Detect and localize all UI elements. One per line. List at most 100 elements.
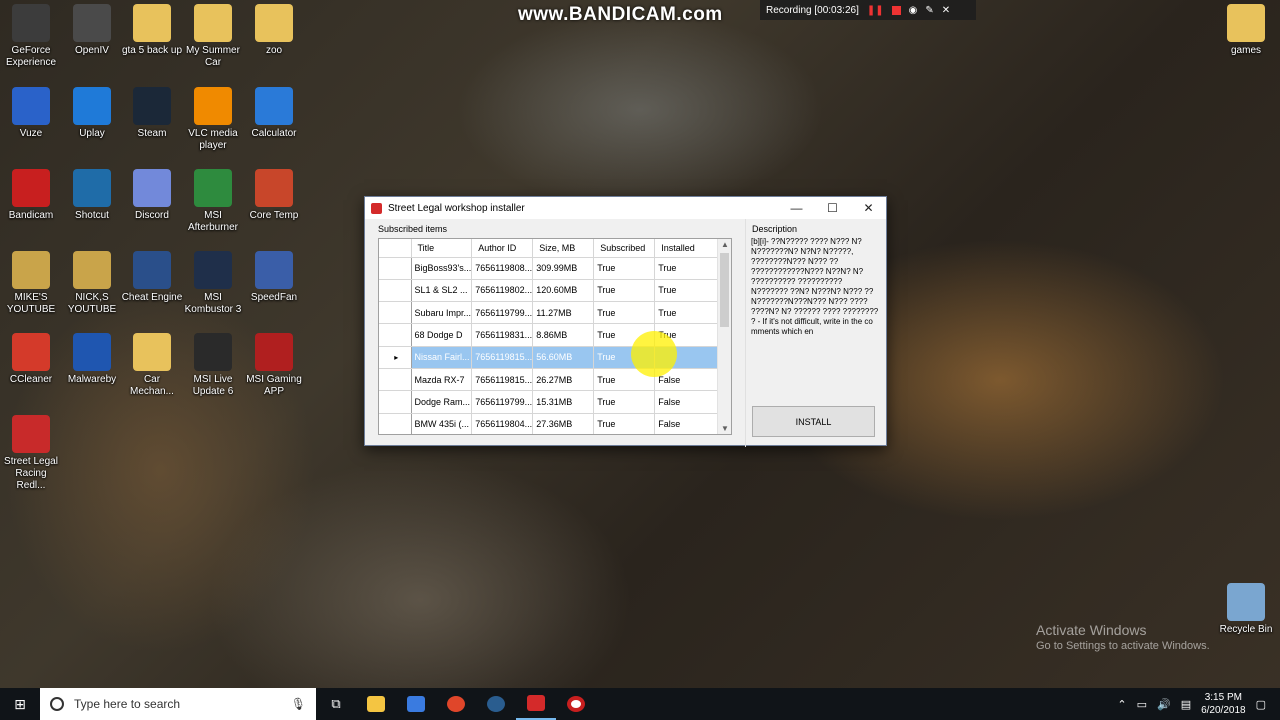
desktop-icon[interactable]: MIKE'S YOUTUBE: [0, 251, 62, 316]
start-button[interactable]: ⊞: [0, 688, 40, 720]
search-input[interactable]: Type here to search 🎙: [40, 688, 316, 720]
desktop-icon[interactable]: zoo: [243, 4, 305, 57]
stop-icon[interactable]: [891, 5, 901, 15]
pause-icon[interactable]: ❚❚: [867, 5, 884, 16]
cell-subscribed[interactable]: True: [593, 301, 656, 325]
desktop-icon[interactable]: Recycle Bin: [1215, 583, 1277, 636]
cell-author[interactable]: 7656119808...: [471, 257, 534, 280]
cell-size[interactable]: 11.27MB: [532, 301, 595, 325]
row-header-cell[interactable]: [379, 301, 412, 325]
bandicam-recording-bar[interactable]: Recording [00:03:26] ❚❚ ◉ ✎ ✕: [760, 0, 976, 20]
install-button[interactable]: INSTALL: [752, 406, 875, 437]
store-icon[interactable]: [396, 688, 436, 720]
desktop-icon[interactable]: Street Legal Racing Redl...: [0, 415, 62, 492]
file-explorer-icon[interactable]: [356, 688, 396, 720]
row-header-cell[interactable]: ▸: [379, 346, 412, 369]
close-icon[interactable]: ✕: [942, 5, 950, 16]
desktop-icon[interactable]: gta 5 back up: [121, 4, 183, 57]
scroll-up-arrow[interactable]: ▲: [718, 240, 731, 249]
camera-icon[interactable]: ◉: [909, 5, 918, 16]
desktop-icon[interactable]: Discord: [121, 169, 183, 222]
cell-size[interactable]: 120.60MB: [532, 279, 595, 303]
column-header-size[interactable]: Size, MB: [532, 239, 595, 258]
chrome-icon[interactable]: [436, 688, 476, 720]
desktop-icon[interactable]: Cheat Engine: [121, 251, 183, 304]
desktop-icon[interactable]: MSI Afterburner: [182, 169, 244, 234]
network-icon[interactable]: ▭: [1137, 698, 1147, 711]
cell-author[interactable]: 7656119815...: [471, 368, 534, 392]
column-header-installed[interactable]: Installed: [654, 239, 719, 258]
cell-title[interactable]: Dodge Ram...: [411, 390, 473, 414]
cell-title[interactable]: 68 Dodge D: [411, 323, 473, 347]
cell-author[interactable]: 7656119815...: [471, 346, 534, 369]
desktop-icon[interactable]: Shotcut: [61, 169, 123, 222]
cell-size[interactable]: 56.60MB: [532, 346, 595, 369]
row-header-cell[interactable]: [379, 368, 412, 392]
cell-size[interactable]: 26.27MB: [532, 368, 595, 392]
scrollbar-thumb[interactable]: [720, 253, 729, 327]
cell-installed[interactable]: True: [654, 301, 719, 325]
cell-installed[interactable]: True: [654, 279, 719, 303]
cell-title[interactable]: SL1 & SL2 ...: [411, 279, 473, 303]
pencil-icon[interactable]: ✎: [925, 5, 933, 16]
table-row[interactable]: BigBoss93's... 7656119808... 309.99MB True T…: [379, 257, 719, 280]
table-row[interactable]: BMW 435i (... 7656119804... 27.36MB True Fal…: [379, 413, 719, 434]
maximize-button[interactable]: ☐: [814, 197, 851, 219]
cell-size[interactable]: 27.36MB: [532, 413, 595, 434]
cell-author[interactable]: 7656119799...: [471, 390, 534, 414]
desktop-icon[interactable]: VLC media player: [182, 87, 244, 152]
row-header-cell[interactable]: [379, 279, 412, 303]
desktop-icon[interactable]: Vuze: [0, 87, 62, 140]
desktop-icon[interactable]: MSI Kombustor 3: [182, 251, 244, 316]
cell-size[interactable]: 8.86MB: [532, 323, 595, 347]
window-titlebar[interactable]: Street Legal workshop installer — ☐ ✕: [365, 197, 886, 219]
cell-author[interactable]: 7656119802...: [471, 279, 534, 303]
cell-title[interactable]: BigBoss93's...: [411, 257, 473, 280]
cell-size[interactable]: 309.99MB: [532, 257, 595, 280]
language-icon[interactable]: ▤: [1181, 698, 1191, 711]
desktop-icon[interactable]: Core Temp: [243, 169, 305, 222]
cell-title[interactable]: Mazda RX-7: [411, 368, 473, 392]
table-row[interactable]: Dodge Ram... 7656119799... 15.31MB True Fals…: [379, 390, 719, 414]
steam-icon[interactable]: [476, 688, 516, 720]
cell-installed[interactable]: False: [654, 390, 719, 414]
desktop-icon[interactable]: games: [1215, 4, 1277, 57]
cell-title[interactable]: Nissan Fairl...: [411, 346, 473, 369]
microphone-icon[interactable]: 🎙: [291, 697, 316, 711]
cell-subscribed[interactable]: True: [593, 413, 656, 434]
close-button[interactable]: ✕: [850, 197, 887, 219]
scroll-down-arrow[interactable]: ▼: [718, 424, 731, 433]
cell-subscribed[interactable]: True: [593, 279, 656, 303]
desktop-icon[interactable]: CCleaner: [0, 333, 62, 386]
task-view-button[interactable]: ⧉: [316, 688, 356, 720]
row-header-cell[interactable]: [379, 413, 412, 434]
bandicam-task-icon[interactable]: [556, 688, 596, 720]
desktop-icon[interactable]: My Summer Car: [182, 4, 244, 69]
desktop-icon[interactable]: Car Mechan...: [121, 333, 183, 398]
column-header-author-id[interactable]: Author ID: [471, 239, 534, 258]
desktop-icon[interactable]: Malwareby: [61, 333, 123, 386]
cell-installed[interactable]: False: [654, 413, 719, 434]
table-row[interactable]: SL1 & SL2 ... 7656119802... 120.60MB True Tr…: [379, 279, 719, 303]
clock[interactable]: 3:15 PM 6/20/2018: [1201, 691, 1246, 717]
desktop-icon[interactable]: Calculator: [243, 87, 305, 140]
cell-author[interactable]: 7656119799...: [471, 301, 534, 325]
desktop-icon[interactable]: MSI Live Update 6: [182, 333, 244, 398]
cell-installed[interactable]: True: [654, 257, 719, 280]
cell-size[interactable]: 15.31MB: [532, 390, 595, 414]
grid-scrollbar[interactable]: ▲ ▼: [717, 239, 731, 434]
column-header-title[interactable]: Title: [411, 239, 473, 258]
desktop-icon[interactable]: Uplay: [61, 87, 123, 140]
row-header-cell[interactable]: [379, 323, 412, 347]
desktop-icon[interactable]: OpenIV: [61, 4, 123, 57]
row-header-cell[interactable]: [379, 257, 412, 280]
cell-subscribed[interactable]: True: [593, 390, 656, 414]
subscribed-items-grid[interactable]: Title Author ID Size, MB Subscribed Inst…: [378, 238, 732, 435]
table-row[interactable]: Subaru Impr... 7656119799... 11.27MB True Tr…: [379, 301, 719, 325]
desktop-icon[interactable]: Bandicam: [0, 169, 62, 222]
desktop-icon[interactable]: Steam: [121, 87, 183, 140]
cell-author[interactable]: 7656119831...: [471, 323, 534, 347]
volume-icon[interactable]: 🔊: [1157, 698, 1171, 711]
minimize-button[interactable]: —: [778, 197, 815, 219]
cell-subscribed[interactable]: True: [593, 257, 656, 280]
